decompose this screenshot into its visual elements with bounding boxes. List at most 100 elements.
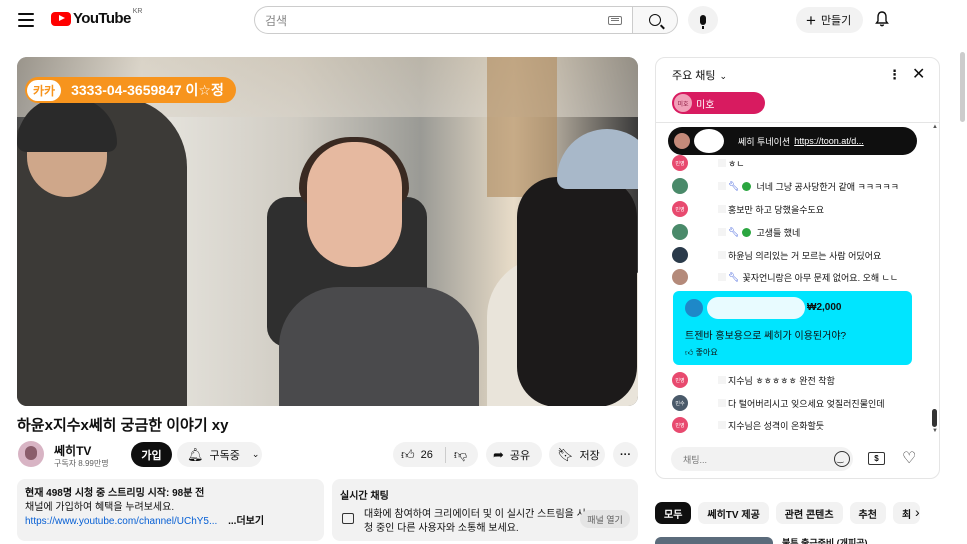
channel-link[interactable]: https://www.youtube.com/channel/UChY5... bbox=[25, 516, 217, 527]
filter-chip[interactable]: 관련 콘텐츠 bbox=[775, 502, 843, 524]
video-curtain bbox=[487, 57, 557, 197]
logo-region: KR bbox=[132, 8, 143, 15]
chat-message-text: 너네 그냥 공사당한거 같애 ㅋㅋㅋㅋㅋ bbox=[756, 181, 899, 192]
chat-message-text: 고생들 했네 bbox=[756, 227, 801, 238]
search-input[interactable]: 검색 bbox=[254, 6, 632, 34]
redacted-author[interactable] bbox=[718, 399, 726, 407]
search-bar: 검색 bbox=[254, 6, 678, 34]
avatar[interactable] bbox=[672, 224, 688, 240]
thumbs-up-icon: 👍︎ bbox=[685, 348, 694, 357]
more-actions-button[interactable]: ··· bbox=[613, 442, 638, 467]
youtube-logo[interactable]: YouTube KR bbox=[51, 8, 143, 27]
keyboard-icon[interactable] bbox=[608, 16, 622, 25]
open-panel-button[interactable]: 패널 열기 bbox=[580, 510, 630, 528]
create-button[interactable]: + 만들기 bbox=[796, 7, 863, 33]
subscriber-count: 구독자 8.99만명 bbox=[54, 459, 109, 468]
super-chat-text: 트젠바 홍보용으로 쎄히가 이용된거야? bbox=[685, 331, 847, 342]
pinned-user-name: 미호 bbox=[696, 99, 715, 111]
filter-chip[interactable]: 추천 bbox=[849, 502, 886, 524]
video-person-right-cap bbox=[557, 129, 638, 189]
chat-bubble-icon bbox=[342, 513, 354, 524]
subscribed-button[interactable]: 🔔︎ 구독중 ⌄ bbox=[177, 442, 262, 467]
join-button[interactable]: 가입 bbox=[131, 442, 172, 467]
video-overlay-banner: 카카 3333-04-3659847 이☆정 bbox=[25, 77, 236, 103]
menu-icon[interactable] bbox=[18, 13, 34, 27]
page-scrollbar[interactable] bbox=[960, 52, 965, 122]
overlay-tag: 카카 bbox=[27, 79, 62, 101]
chat-message: 🔧︎ 너네 그냥 공사당한거 같애 ㅋㅋㅋㅋㅋ bbox=[672, 177, 922, 195]
top-bar: YouTube KR 검색 + 만들기 bbox=[0, 0, 967, 40]
video-person-center bbox=[279, 287, 479, 406]
save-button[interactable]: 🔖︎ 저장 bbox=[549, 442, 605, 467]
chat-message: 민영 홍보만 하고 당했을수도요 bbox=[672, 200, 922, 218]
redacted-name bbox=[694, 129, 724, 153]
avatar[interactable]: 민영 bbox=[672, 201, 688, 217]
super-chat-icon[interactable]: $ bbox=[868, 452, 885, 465]
avatar[interactable]: 민영 bbox=[672, 417, 688, 433]
avatar[interactable] bbox=[672, 269, 688, 285]
avatar[interactable]: 민수 bbox=[672, 395, 688, 411]
description-box[interactable]: 현재 498명 시청 중 스트리밍 시작: 98분 전 채널에 가입하여 혜택을… bbox=[17, 479, 324, 541]
redacted-name bbox=[707, 297, 805, 319]
create-label: 만들기 bbox=[820, 15, 852, 27]
redacted-author[interactable] bbox=[718, 273, 726, 281]
subscribed-label: 구독중 bbox=[209, 449, 240, 462]
chat-more-icon[interactable]: ⋮ bbox=[888, 67, 901, 83]
redacted-author[interactable] bbox=[718, 251, 726, 259]
redacted-author[interactable] bbox=[718, 182, 726, 190]
super-chat-like-button[interactable]: 👍︎ 좋아요 bbox=[685, 347, 718, 358]
redacted-author[interactable] bbox=[718, 228, 726, 236]
chat-message-text: 하윤님 의리있는 거 모르는 사람 어딨어요 bbox=[728, 250, 882, 261]
heart-icon[interactable]: ♡ bbox=[902, 448, 916, 468]
filter-chip[interactable]: 모두 bbox=[655, 502, 692, 524]
emoji-icon[interactable] bbox=[834, 451, 850, 467]
next-video-thumbnail[interactable] bbox=[655, 537, 773, 544]
scroll-down-arrow[interactable]: ▼ bbox=[932, 428, 938, 434]
chevron-right-icon[interactable]: › bbox=[915, 504, 920, 520]
avatar[interactable] bbox=[672, 247, 688, 263]
dislike-button[interactable]: 👎︎ bbox=[446, 442, 473, 467]
filter-chip[interactable]: 쎄히TV 제공 bbox=[698, 502, 769, 524]
chat-message: 민영 지수님 ㅎㅎㅎㅎㅎ 완전 착함 bbox=[672, 371, 922, 389]
pinned-user-chip[interactable]: 미호 미호 bbox=[672, 92, 765, 114]
like-button[interactable]: 👍︎ 26 bbox=[393, 442, 433, 467]
moderator-wrench-icon: 🔧︎ bbox=[728, 226, 740, 237]
logo-text: YouTube bbox=[73, 10, 131, 27]
chat-input[interactable]: 채팅... bbox=[671, 447, 853, 471]
chat-message-text: 다 털어버리시고 잊으세요 엊질러진물인데 bbox=[728, 398, 885, 409]
next-video-title[interactable]: 불투 출근준비 (개피곤) bbox=[782, 536, 868, 544]
redacted-author[interactable] bbox=[718, 159, 726, 167]
super-chat-amount: ₩2,000 bbox=[807, 302, 842, 313]
pinned-message-ticker[interactable]: 쎄히 투네이션 https://toon.at/d... bbox=[668, 127, 917, 155]
chat-message-text: 지수님 ㅎㅎㅎㅎㅎ 완전 착함 bbox=[728, 375, 835, 386]
voice-search-button[interactable] bbox=[688, 6, 718, 34]
channel-name[interactable]: 쎄히TV bbox=[54, 442, 91, 459]
scroll-up-arrow[interactable]: ▲ bbox=[932, 124, 938, 130]
search-button[interactable] bbox=[632, 6, 678, 34]
search-placeholder: 검색 bbox=[265, 13, 288, 28]
show-more-button[interactable]: ...더보기 bbox=[228, 516, 264, 527]
share-button[interactable]: ➦ 공유 bbox=[486, 442, 542, 467]
redacted-author[interactable] bbox=[718, 376, 726, 384]
avatar[interactable]: 민영 bbox=[672, 372, 688, 388]
channel-avatar[interactable] bbox=[18, 441, 44, 467]
chat-message: 🔧︎ 꽃자언니랑은 아무 문제 없어요. 오해 ㄴㄴ bbox=[672, 268, 922, 286]
video-title: 하윤x지수x쎄히 궁금한 이야기 xy bbox=[17, 417, 229, 434]
chat-scrollbar[interactable] bbox=[932, 409, 937, 427]
avatar[interactable]: 민영 bbox=[672, 155, 688, 171]
verified-badge-icon bbox=[742, 227, 752, 237]
microphone-icon bbox=[700, 15, 706, 29]
redacted-author[interactable] bbox=[718, 205, 726, 213]
thumbs-up-icon: 👍︎ bbox=[401, 446, 415, 462]
super-chat-like-label: 좋아요 bbox=[695, 348, 718, 357]
video-player[interactable]: 카카 3333-04-3659847 이☆정 bbox=[17, 57, 638, 406]
avatar[interactable] bbox=[672, 178, 688, 194]
chevron-down-icon: ⌄ bbox=[719, 71, 728, 81]
redacted-author[interactable] bbox=[718, 421, 726, 429]
ticker-link[interactable]: https://toon.at/d... bbox=[794, 136, 864, 146]
close-icon[interactable]: ✕ bbox=[912, 64, 925, 84]
chat-message-text: 꽃자언니랑은 아무 문제 없어요. 오해 ㄴㄴ bbox=[742, 272, 899, 283]
chat-mode-selector[interactable]: 주요 채팅 ⌄ bbox=[672, 67, 727, 83]
avatar: 미호 bbox=[674, 94, 692, 112]
notifications-bell-icon[interactable] bbox=[875, 11, 889, 27]
